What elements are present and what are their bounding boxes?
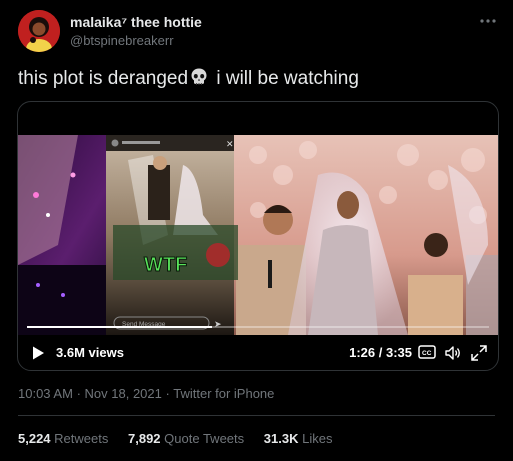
divider bbox=[18, 415, 495, 416]
user-handle[interactable]: @btspinebreakerr bbox=[70, 33, 174, 48]
skull-icon bbox=[189, 67, 209, 87]
tweet-source[interactable]: Twitter for iPhone bbox=[173, 386, 274, 401]
tweet-text-end: i will be watching bbox=[211, 68, 359, 89]
fullscreen-icon[interactable] bbox=[470, 344, 488, 362]
retweets-label: Retweets bbox=[54, 431, 109, 446]
meta-separator: · bbox=[76, 386, 81, 401]
meta-separator: · bbox=[165, 386, 170, 401]
video-progress-bar[interactable] bbox=[27, 326, 489, 328]
video-progress-fill bbox=[27, 326, 212, 328]
likes-label: Likes bbox=[302, 431, 333, 446]
retweets-stat[interactable]: 5,224 Retweets bbox=[18, 431, 108, 446]
tweet-text-start: this plot is deranged bbox=[18, 68, 189, 89]
more-options-icon[interactable] bbox=[479, 14, 497, 26]
avatar[interactable] bbox=[18, 10, 60, 52]
tweet-text: this plot is deranged i will be watching bbox=[18, 67, 359, 90]
svg-text:CC: CC bbox=[422, 350, 432, 357]
retweets-count: 5,224 bbox=[18, 431, 51, 446]
quotes-count: 7,892 bbox=[128, 431, 161, 446]
video-time: 1:26 / 3:35 bbox=[349, 345, 412, 360]
video-player[interactable]: ✕ WTF Send Message ➤ 3.6M views 1:26 / 3… bbox=[17, 101, 499, 371]
volume-icon[interactable] bbox=[444, 344, 462, 362]
likes-stat[interactable]: 31.3K Likes bbox=[264, 431, 333, 446]
video-frame[interactable]: ✕ WTF Send Message ➤ bbox=[18, 135, 498, 335]
tweet-meta: 10:03 AM · Nov 18, 2021 · Twitter for iP… bbox=[18, 386, 274, 401]
overlay-caption: WTF bbox=[144, 254, 187, 276]
play-icon[interactable] bbox=[30, 345, 46, 361]
view-count: 3.6M views bbox=[56, 345, 124, 360]
tweet-time[interactable]: 10:03 AM bbox=[18, 386, 73, 401]
tweet: malaika⁷ thee hottie @btspinebreakerr th… bbox=[0, 0, 513, 461]
quotes-label: Quote Tweets bbox=[164, 431, 245, 446]
likes-count: 31.3K bbox=[263, 431, 299, 446]
tweet-date[interactable]: Nov 18, 2021 bbox=[85, 386, 162, 401]
tweet-stats: 5,224 Retweets 7,892 Quote Tweets 31.3K … bbox=[18, 431, 348, 446]
quote-tweets-stat[interactable]: 7,892 Quote Tweets bbox=[128, 431, 244, 446]
video-controls: 3.6M views 1:26 / 3:35 CC bbox=[18, 326, 498, 370]
display-name[interactable]: malaika⁷ thee hottie bbox=[70, 14, 202, 30]
svg-text:✕: ✕ bbox=[226, 139, 234, 149]
captions-icon[interactable]: CC bbox=[418, 345, 436, 359]
